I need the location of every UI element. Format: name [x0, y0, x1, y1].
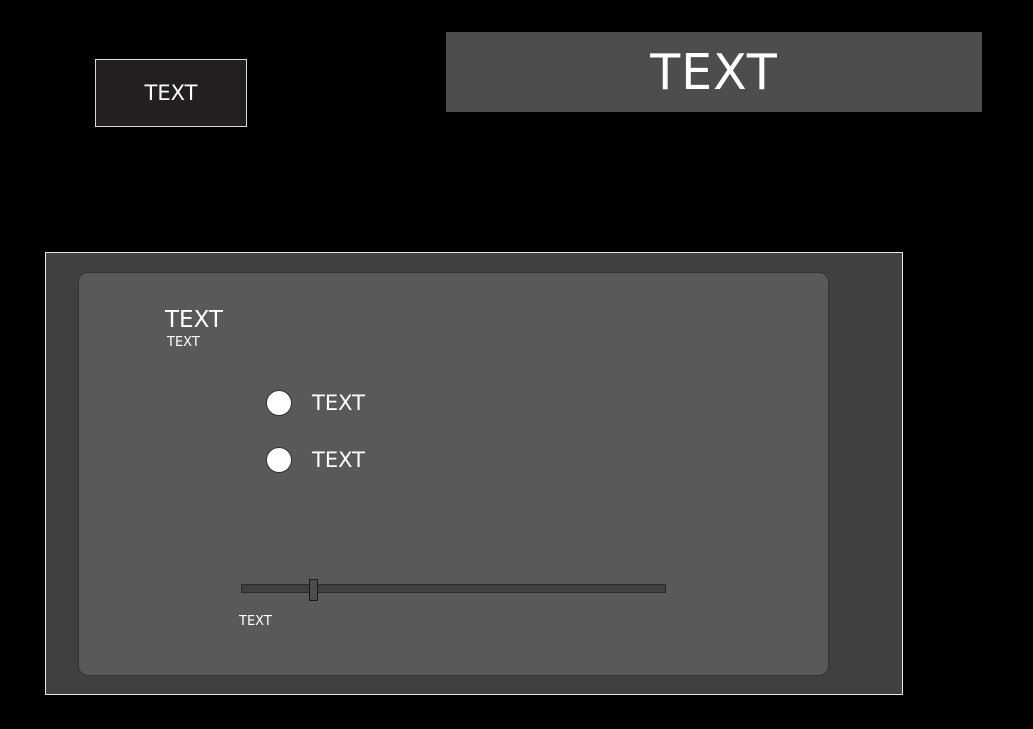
- radio-button-1[interactable]: [266, 390, 292, 416]
- radio-option-1[interactable]: TEXT: [266, 390, 365, 416]
- radio-option-2[interactable]: TEXT: [266, 447, 365, 473]
- radio-option-2-label: TEXT: [312, 448, 365, 472]
- top-left-button[interactable]: TEXT: [95, 59, 247, 127]
- top-left-button-label: TEXT: [144, 81, 198, 105]
- slider-caption: TEXT: [239, 614, 272, 629]
- page-title: TEXT: [650, 43, 778, 101]
- slider-track[interactable]: [241, 579, 666, 601]
- slider-thumb[interactable]: [308, 579, 318, 601]
- card-subheading: TEXT: [167, 335, 200, 350]
- title-banner: TEXT: [446, 32, 982, 112]
- radio-button-2[interactable]: [266, 447, 292, 473]
- radio-option-1-label: TEXT: [312, 391, 365, 415]
- app-screen: TEXT TEXT TEXT TEXT TEXT TEXT TEXT: [0, 0, 1033, 729]
- settings-card: TEXT TEXT TEXT TEXT TEXT: [78, 272, 829, 676]
- card-heading: TEXT: [165, 307, 223, 333]
- settings-panel: TEXT TEXT TEXT TEXT TEXT: [45, 252, 903, 695]
